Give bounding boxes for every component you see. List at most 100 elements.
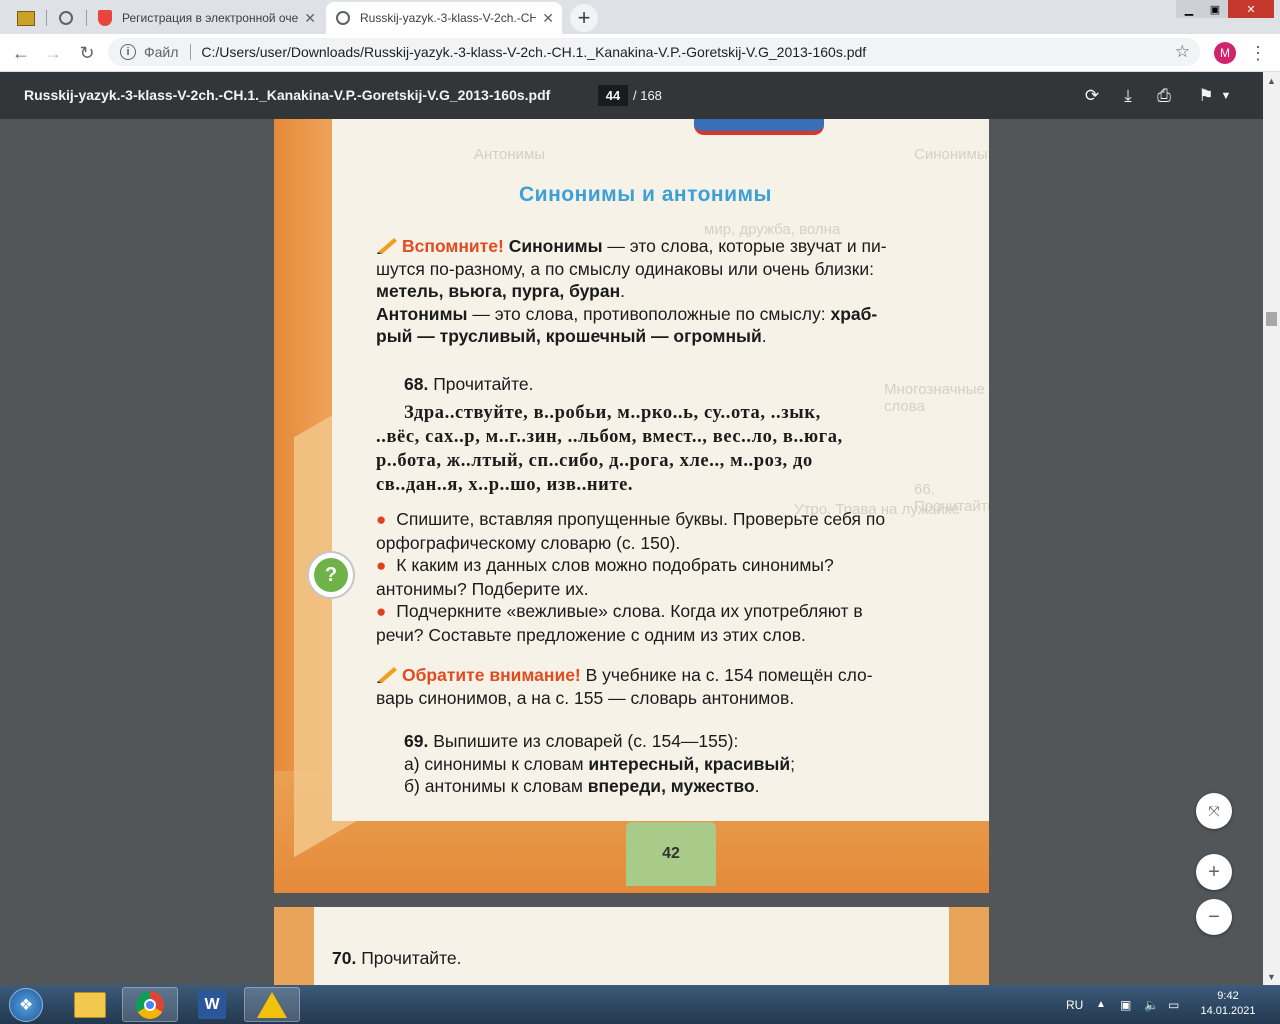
bullet-icon: ● xyxy=(376,602,387,621)
pdf-title: Russkij-yazyk.-3-klass-V-2ch.-CH.1._Kana… xyxy=(24,87,551,103)
reload-icon[interactable]: ↻ xyxy=(74,40,100,66)
task-line: антонимы? Подберите их. xyxy=(376,578,589,599)
maximize-button[interactable]: ▣ xyxy=(1202,0,1228,18)
pencil-icon xyxy=(376,236,398,254)
folder-icon xyxy=(74,991,106,1018)
clock[interactable]: 9:42 14.01.2021 xyxy=(1196,989,1260,1019)
close-icon[interactable]: ✕ xyxy=(542,10,554,27)
page-total: / 168 xyxy=(633,88,662,103)
tab-pinned-2[interactable] xyxy=(46,2,86,34)
task-line: речи? Составьте предложение с одним из э… xyxy=(376,624,806,645)
warning-icon xyxy=(257,991,287,1018)
chrome-icon xyxy=(136,990,164,1019)
bullet-icon: ● xyxy=(376,510,387,529)
scrollbar-thumb[interactable] xyxy=(1266,312,1277,326)
pdf-page-next: 70. Прочитайте. xyxy=(274,907,989,985)
book-icon xyxy=(17,10,35,26)
remember-block: Вспомните! Синонимы — это слова, которые… xyxy=(376,235,970,348)
attention-text-1: В учебнике на с. 154 помещён сло- xyxy=(580,665,873,685)
attention-text-2: варь синонимов, а на с. 155 — словарь ан… xyxy=(376,687,795,708)
ex69-b-text: б) антонимы к словам xyxy=(404,776,588,796)
word-line: р..бота, ж..лтый, сп..сибо, д..рога, хле… xyxy=(376,451,813,471)
next-exercise: 70. Прочитайте. xyxy=(332,947,926,970)
exercise-number: 69. xyxy=(404,731,429,751)
taskbar-chrome[interactable] xyxy=(122,987,178,1022)
page-number: 42 xyxy=(626,822,716,886)
pencil-icon xyxy=(376,665,398,683)
notification-icon[interactable]: ▭ xyxy=(1168,985,1179,1024)
pdf-toolbar: Russkij-yazyk.-3-klass-V-2ch.-CH.1._Kana… xyxy=(0,72,1280,119)
pdf-page: Синонимы Антонимы мир, дружба, волна Мно… xyxy=(274,119,989,893)
url-text[interactable]: C:/Users/user/Downloads/Russkij-yazyk.-3… xyxy=(201,44,866,60)
page-heading: Синонимы и антонимы xyxy=(519,183,772,206)
task-line: орфографическому словарю (с. 150). xyxy=(376,532,681,553)
task-line: Спишите, вставляя пропущенные буквы. Про… xyxy=(396,509,886,529)
tab-pinned-1[interactable] xyxy=(6,2,46,34)
antonyms-term: Антонимы xyxy=(376,303,468,324)
info-icon[interactable]: i xyxy=(120,44,136,60)
zoom-out-button[interactable]: − xyxy=(1196,899,1232,935)
book-illustration xyxy=(694,119,824,135)
more-menu-icon[interactable]: ⋮ xyxy=(1248,40,1268,66)
rotate-icon[interactable]: ⟳ xyxy=(1080,84,1104,108)
tab-registration[interactable]: Регистрация в электронной оче ✕ xyxy=(88,2,324,34)
ex69-a-text: а) синонимы к словам xyxy=(404,753,589,774)
page-number-input[interactable]: 44 xyxy=(598,85,628,106)
fit-page-icon[interactable]: ⤧ xyxy=(1196,793,1232,829)
exercise-number: 70. xyxy=(332,948,357,968)
tab-label: Регистрация в электронной оче xyxy=(122,11,298,25)
network-icon[interactable]: ▣ xyxy=(1120,985,1131,1024)
address-bar[interactable]: i Файл C:/Users/user/Downloads/Russkij-y… xyxy=(108,38,1200,66)
word-line: св..дан..я, х..р..шо, изв..ните. xyxy=(376,475,634,495)
word-line: Здра..ствуйте, в..робьи, м..рко..ь, су..… xyxy=(404,403,821,423)
exercise-task: Прочитайте. xyxy=(433,374,534,394)
shield-icon xyxy=(98,10,112,26)
zoom-in-button[interactable]: + xyxy=(1196,854,1232,890)
close-window-button[interactable]: ✕ xyxy=(1228,0,1274,18)
back-arrow-icon[interactable]: ← xyxy=(8,40,34,66)
star-icon[interactable]: ☆ xyxy=(1175,42,1190,62)
tab-strip: Регистрация в электронной оче ✕ Russkij-… xyxy=(0,0,1280,34)
bullet-icon: ● xyxy=(376,556,387,575)
pdf-viewer[interactable]: Синонимы Антонимы мир, дружба, волна Мно… xyxy=(0,119,1280,985)
chevron-down-icon[interactable]: ▼ xyxy=(1214,84,1238,108)
ex69-b-words: впереди, мужество xyxy=(587,776,755,796)
taskbar-warning[interactable] xyxy=(244,987,300,1022)
avatar[interactable]: M xyxy=(1214,42,1236,64)
exercise-69: 69. Выпишите из словарей (с. 154—155): а… xyxy=(404,731,795,796)
close-icon[interactable]: ✕ xyxy=(304,10,316,27)
ex69-a-words: интересный, красивый xyxy=(588,753,791,774)
forward-arrow-icon[interactable]: → xyxy=(40,40,66,66)
synonyms-example: метель, вьюга, пурга, буран xyxy=(376,281,621,301)
exercise-68-header: 68. Прочитайте. xyxy=(404,373,989,396)
antonyms-example-start: храб- xyxy=(830,303,878,324)
minimize-button[interactable]: ▁ xyxy=(1176,0,1202,18)
antonyms-example: рый — трусливый, крошечный — огромный xyxy=(376,326,762,346)
exercise-68-tasks: ● Спишите, вставляя пропущенные буквы. Пр… xyxy=(376,508,970,646)
new-tab-button[interactable]: + xyxy=(570,4,598,32)
scroll-up-icon[interactable]: ▲ xyxy=(1263,72,1280,89)
tab-label: Russkij-yazyk.-3-klass-V-2ch.-CH xyxy=(360,11,536,25)
print-icon[interactable]: ⎙ xyxy=(1152,84,1176,108)
tray-arrow-icon[interactable]: ▲ xyxy=(1096,985,1106,1024)
exercise-68-words: Здра..ствуйте, в..робьи, м..рко..ь, су..… xyxy=(376,401,970,497)
clock-time: 9:42 xyxy=(1217,990,1239,1002)
attention-block: Обратите внимание! В учебнике на с. 154 … xyxy=(376,664,970,709)
language-indicator[interactable]: RU xyxy=(1066,985,1083,1024)
globe-icon xyxy=(59,11,73,25)
exercise-number: 68. xyxy=(404,374,429,394)
windows-icon: ❖ xyxy=(9,988,43,1022)
task-line: К каким из данных слов можно подобрать с… xyxy=(396,555,834,575)
taskbar-explorer[interactable] xyxy=(62,987,118,1022)
taskbar-word[interactable]: W xyxy=(184,987,240,1022)
task-line: Подчеркните «вежливые» слова. Когда их у… xyxy=(396,601,863,621)
scroll-down-icon[interactable]: ▼ xyxy=(1263,968,1280,985)
tab-pdf[interactable]: Russkij-yazyk.-3-klass-V-2ch.-CH ✕ xyxy=(326,2,562,34)
volume-icon[interactable]: 🔈 xyxy=(1144,985,1159,1024)
word-line: ..вёс, сах..р, м..г..зин, ..льбом, вмест… xyxy=(376,427,843,447)
scrollbar[interactable]: ▲ ▼ xyxy=(1263,72,1280,985)
taskbar: ❖ W RU ▲ ▣ 🔈 ▭ 9:42 14.01.2021 xyxy=(0,985,1280,1024)
remember-text-4: — это слова, противоположные по смыслу: xyxy=(467,303,831,324)
download-icon[interactable]: ⤓ xyxy=(1116,84,1140,108)
start-button[interactable]: ❖ xyxy=(2,986,50,1024)
